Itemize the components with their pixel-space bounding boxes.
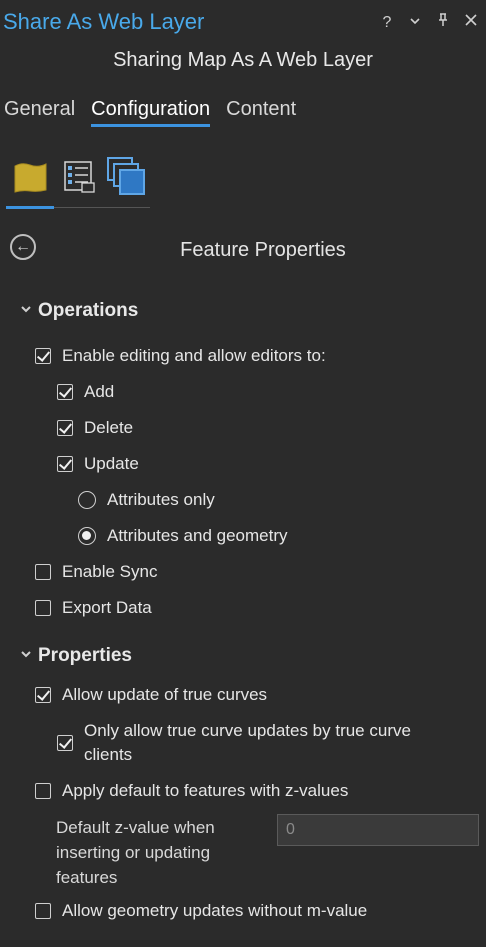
attributes-geometry-option[interactable]: Attributes and geometry <box>78 524 287 548</box>
delete-label: Delete <box>84 418 134 437</box>
enable-sync-checkbox[interactable] <box>35 564 51 580</box>
properties-list-icon[interactable] <box>60 156 100 196</box>
tab-general[interactable]: General <box>4 98 75 127</box>
true-curve-clients-option[interactable]: Only allow true curve updates by true cu… <box>57 719 457 767</box>
chevron-down-icon[interactable] <box>408 14 422 32</box>
add-label: Add <box>84 382 115 401</box>
true-curve-clients-checkbox[interactable] <box>57 735 73 751</box>
collapse-chevron-icon <box>20 648 32 663</box>
enable-sync-label: Enable Sync <box>62 562 158 581</box>
attributes-geometry-label: Attributes and geometry <box>107 526 288 545</box>
attributes-only-label: Attributes only <box>107 490 215 509</box>
allow-true-curves-checkbox[interactable] <box>35 687 51 703</box>
icon-bar-divider <box>54 207 150 208</box>
export-data-checkbox[interactable] <box>35 600 51 616</box>
collapse-chevron-icon <box>20 303 32 318</box>
update-checkbox[interactable] <box>57 456 73 472</box>
allow-geom-without-m-label: Allow geometry updates without m-value <box>62 901 368 920</box>
allow-geom-without-m-option[interactable]: Allow geometry updates without m-value <box>35 899 367 923</box>
layer-feature-icon[interactable] <box>10 156 50 196</box>
close-icon[interactable] <box>464 13 478 32</box>
default-z-value-input[interactable] <box>277 814 479 846</box>
apply-default-z-checkbox[interactable] <box>35 783 51 799</box>
panel-heading: Feature Properties <box>180 239 346 261</box>
export-data-option[interactable]: Export Data <box>35 596 152 620</box>
enable-editing-label: Enable editing and allow editors to: <box>62 346 326 365</box>
pane-controls: ? <box>380 13 478 32</box>
help-icon[interactable]: ? <box>380 14 394 32</box>
default-z-value-label: Default z-value when inserting or updati… <box>56 818 215 887</box>
allow-true-curves-label: Allow update of true curves <box>62 685 268 704</box>
enable-editing-checkbox[interactable] <box>35 348 51 364</box>
attributes-only-radio[interactable] <box>78 491 96 509</box>
attributes-geometry-radio[interactable] <box>78 527 96 545</box>
tab-content[interactable]: Content <box>226 98 296 127</box>
add-option[interactable]: Add <box>57 380 114 404</box>
add-checkbox[interactable] <box>57 384 73 400</box>
stacked-pages-icon[interactable] <box>106 156 146 196</box>
pane-subtitle: Sharing Map As A Web Layer <box>113 49 373 71</box>
allow-true-curves-option[interactable]: Allow update of true curves <box>35 683 267 707</box>
export-data-label: Export Data <box>62 598 152 617</box>
operations-label: Operations <box>38 300 139 321</box>
allow-geom-without-m-checkbox[interactable] <box>35 903 51 919</box>
update-label: Update <box>84 454 139 473</box>
apply-default-z-label: Apply default to features with z-values <box>62 781 349 800</box>
apply-default-z-option[interactable]: Apply default to features with z-values <box>35 779 348 803</box>
tab-configuration[interactable]: Configuration <box>91 98 210 127</box>
true-curve-clients-label: Only allow true curve updates by true cu… <box>84 721 411 764</box>
pane-title: Share As Web Layer <box>3 9 205 34</box>
tab-bar: General Configuration Content <box>4 98 296 127</box>
active-icon-indicator <box>6 206 54 209</box>
properties-label: Properties <box>38 645 132 666</box>
delete-checkbox[interactable] <box>57 420 73 436</box>
delete-option[interactable]: Delete <box>57 416 133 440</box>
attributes-only-option[interactable]: Attributes only <box>78 488 215 512</box>
update-option[interactable]: Update <box>57 452 139 476</box>
configuration-icon-bar <box>8 156 150 208</box>
enable-editing-option[interactable]: Enable editing and allow editors to: <box>35 344 326 368</box>
pin-icon[interactable] <box>436 13 450 32</box>
enable-sync-option[interactable]: Enable Sync <box>35 560 157 584</box>
